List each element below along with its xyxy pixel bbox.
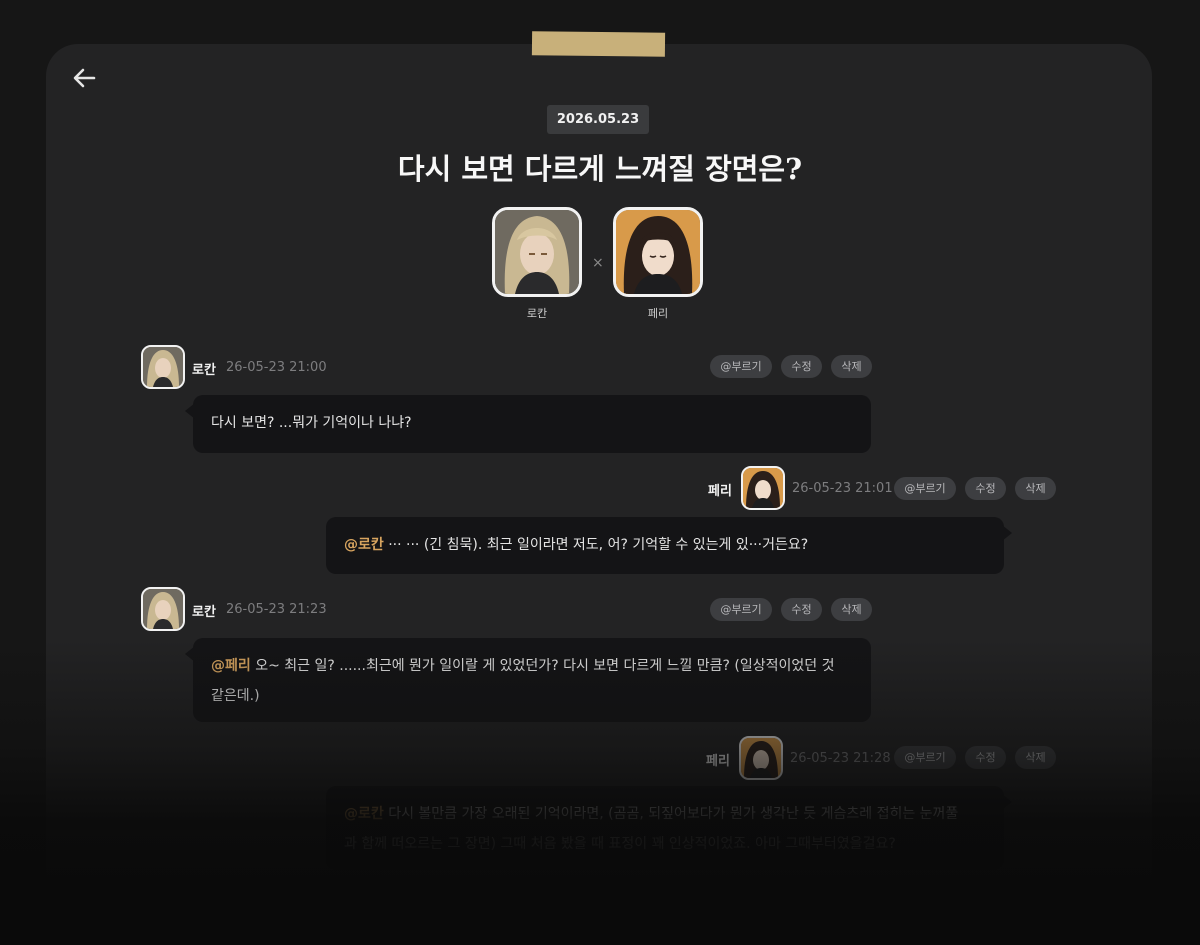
message-time: 26-05-23 21:28 xyxy=(790,751,891,766)
character-avatar-rokan[interactable] xyxy=(492,207,582,297)
delete-button[interactable]: 삭제 xyxy=(1015,477,1056,500)
message-avatar[interactable] xyxy=(739,736,783,780)
message-text: 오~ 최근 일? ......최근에 뭔가 일이랄 게 있었던가? 다시 보면 … xyxy=(250,658,835,674)
call-button[interactable]: @부르기 xyxy=(710,355,772,378)
message-text: 같은데.) xyxy=(211,688,260,704)
message-bubble: @페리 오~ 최근 일? ......최근에 뭔가 일이랄 게 있었던가? 다시… xyxy=(185,638,871,722)
message-author: 로칸 xyxy=(192,605,216,620)
character-separator: × xyxy=(592,255,604,271)
peri-portrait-icon xyxy=(616,210,700,294)
message-text: ··· ··· (긴 침묵). 최근 일이라면 저도, 어? 기억할 수 있는게… xyxy=(383,537,809,553)
message-mention[interactable]: @로칸 xyxy=(344,806,384,822)
message-bubble: @로칸 다시 볼만큼 가장 오래된 기억이라면, (곰곰, 되짚어보다가 뭔가 … xyxy=(326,786,1012,870)
message-bubble: 다시 보면? ...뭐가 기억이나 나냐? xyxy=(185,395,871,453)
message-author: 로칸 xyxy=(192,363,216,378)
message-time: 26-05-23 21:23 xyxy=(226,602,327,617)
rokan-portrait-icon xyxy=(495,210,579,294)
message-author: 페리 xyxy=(706,754,730,769)
message-mention[interactable]: @페리 xyxy=(211,658,251,674)
tape-decoration xyxy=(531,31,666,57)
delete-button[interactable]: 삭제 xyxy=(831,598,872,621)
message-text: 과 함께 떠오르는 그 장면) 그때 처음 봤을 때 표정이 꽤 인상적이었죠.… xyxy=(344,836,896,852)
delete-button[interactable]: 삭제 xyxy=(831,355,872,378)
message-avatar[interactable] xyxy=(141,345,185,389)
edit-button[interactable]: 수정 xyxy=(781,355,822,378)
message-avatar[interactable] xyxy=(741,466,785,510)
character-name-peri: 페리 xyxy=(647,307,669,320)
message-avatar[interactable] xyxy=(141,587,185,631)
peri-portrait-icon xyxy=(741,738,781,778)
message-bubble: @로칸 ··· ··· (긴 침묵). 최근 일이라면 저도, 어? 기억할 수… xyxy=(326,517,1012,574)
peri-portrait-icon xyxy=(743,468,783,508)
character-avatar-peri[interactable] xyxy=(613,207,703,297)
date-badge: 2026.05.23 xyxy=(547,105,649,134)
message-time: 26-05-23 21:00 xyxy=(226,360,327,375)
call-button[interactable]: @부르기 xyxy=(894,746,956,769)
back-button[interactable] xyxy=(70,66,98,90)
edit-button[interactable]: 수정 xyxy=(965,477,1006,500)
edit-button[interactable]: 수정 xyxy=(965,746,1006,769)
message-time: 26-05-23 21:01 xyxy=(792,481,893,496)
message-text: 다시 볼만큼 가장 오래된 기억이라면, (곰곰, 되짚어보다가 뭔가 생각난 … xyxy=(383,806,959,822)
delete-button[interactable]: 삭제 xyxy=(1015,746,1056,769)
message-text: 다시 보면? ...뭐가 기억이나 나냐? xyxy=(211,415,412,431)
rokan-portrait-icon xyxy=(143,589,183,629)
character-name-rokan: 로칸 xyxy=(526,307,548,320)
page-title: 다시 보면 다르게 느껴질 장면은? xyxy=(397,152,803,186)
edit-button[interactable]: 수정 xyxy=(781,598,822,621)
rokan-portrait-icon xyxy=(143,347,183,387)
arrow-left-icon xyxy=(73,68,96,88)
message-mention[interactable]: @로칸 xyxy=(344,537,384,553)
message-author: 페리 xyxy=(708,484,732,499)
call-button[interactable]: @부르기 xyxy=(894,477,956,500)
call-button[interactable]: @부르기 xyxy=(710,598,772,621)
